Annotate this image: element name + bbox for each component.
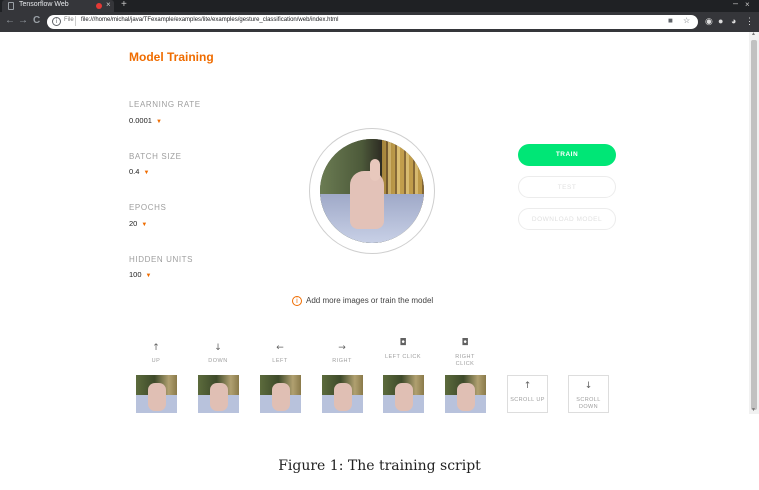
address-bar[interactable]: i File file:///home/michal/java/TFexampl… [47, 15, 698, 29]
browser-tab-bar: Tensorflow Web × + – × [0, 0, 759, 12]
download-model-button[interactable]: DOWNLOAD MODEL [518, 208, 616, 230]
profile-avatar-icon[interactable]: ◕ [731, 16, 736, 26]
tab-title: Tensorflow Web [19, 1, 69, 8]
extension-icon[interactable]: ◉ [705, 16, 713, 27]
tab-close-icon[interactable]: × [106, 0, 111, 9]
reload-button[interactable]: C [33, 15, 40, 26]
forward-button[interactable]: → [18, 15, 28, 26]
scroll-up-sample-button[interactable]: ↑ SCROLL UP [507, 375, 548, 413]
scrollbar-thumb[interactable] [751, 40, 757, 410]
arrow-left-icon: ← [276, 343, 284, 353]
sample-thumbnail-right-click[interactable] [445, 375, 486, 413]
page-scrollbar[interactable]: ▲ ▼ [749, 31, 759, 414]
batch-size-value: 0.4 [129, 167, 140, 176]
arrow-down-icon: ↓ [214, 343, 222, 353]
caret-down-icon: ▼ [143, 170, 150, 176]
extension-icon-2[interactable]: ● [718, 16, 723, 26]
page-icon [8, 2, 14, 10]
control-label-right-click: RIGHT CLICK [455, 354, 475, 367]
epochs-select[interactable]: 20 ▼ [129, 219, 147, 228]
control-label-right: RIGHT [332, 358, 352, 364]
info-icon[interactable]: i [52, 17, 61, 26]
sample-thumbnail-left-click[interactable] [383, 375, 424, 413]
info-icon: i [292, 296, 302, 306]
scroll-up-label: SCROLL UP [510, 397, 545, 403]
minimize-window-button[interactable]: – [733, 0, 738, 8]
control-label-up: UP [151, 358, 161, 364]
arrow-up-icon: ↑ [523, 381, 532, 391]
sample-thumbnail-up[interactable] [136, 375, 177, 413]
close-window-button[interactable]: × [745, 0, 750, 9]
new-tab-button[interactable]: + [121, 0, 127, 10]
back-button[interactable]: ← [5, 15, 15, 26]
arrow-up-icon: ↑ [152, 343, 160, 353]
webcam-thumb [370, 159, 380, 181]
hidden-units-label: HIDDEN UNITS [129, 255, 194, 264]
hidden-units-value: 100 [129, 270, 142, 279]
control-label-down: DOWN [208, 358, 228, 364]
recording-indicator-icon [96, 3, 102, 9]
epochs-value: 20 [129, 219, 138, 228]
webcam-preview [320, 139, 424, 243]
url-separator [75, 16, 76, 26]
url-text[interactable]: file:///home/michal/java/TFexample/examp… [81, 17, 338, 23]
scroll-down-sample-button[interactable]: ↓ SCROLL DOWN [568, 375, 609, 413]
menu-icon[interactable]: ⋮ [745, 16, 754, 27]
learning-rate-select[interactable]: 0.0001 ▼ [129, 116, 162, 125]
learning-rate-label: LEARNING RATE [129, 100, 201, 109]
test-button[interactable]: TEST [518, 176, 616, 198]
sample-thumbnail-down[interactable] [198, 375, 239, 413]
url-scheme-label: File [64, 17, 74, 23]
epochs-label: EPOCHS [129, 203, 167, 212]
arrow-right-icon: → [338, 343, 346, 353]
camera-icon[interactable]: ■ [668, 16, 673, 25]
page-content: Model Training LEARNING RATE 0.0001 ▼ BAT… [0, 32, 749, 414]
browser-tab[interactable]: Tensorflow Web × [2, 0, 114, 12]
scroll-up-arrow-icon[interactable]: ▲ [751, 31, 756, 37]
learning-rate-value: 0.0001 [129, 116, 152, 125]
star-icon[interactable]: ☆ [683, 16, 690, 25]
sample-thumbnail-right[interactable] [322, 375, 363, 413]
sample-thumbnail-left[interactable] [260, 375, 301, 413]
webcam-preview-ring [309, 128, 435, 254]
status-hint-text: Add more images or train the model [306, 296, 434, 306]
figure-caption: Figure 1: The training script [278, 458, 481, 474]
batch-size-select[interactable]: 0.4 ▼ [129, 167, 149, 176]
batch-size-label: BATCH SIZE [129, 152, 182, 161]
caret-down-icon: ▼ [141, 222, 148, 228]
hidden-units-select[interactable]: 100 ▼ [129, 270, 151, 279]
control-label-left-click: LEFT CLICK [384, 354, 422, 360]
mouse-left-click-icon: ◘ [399, 338, 407, 348]
status-hint: i Add more images or train the model [292, 296, 433, 306]
browser-toolbar: ← → C i File file:///home/michal/java/TF… [0, 12, 759, 32]
scroll-down-arrow-icon[interactable]: ▼ [751, 407, 756, 413]
page-title: Model Training [129, 50, 214, 64]
caret-down-icon: ▼ [145, 273, 152, 279]
caret-down-icon: ▼ [155, 119, 162, 125]
train-button[interactable]: TRAIN [518, 144, 616, 166]
scroll-down-label: SCROLL DOWN [576, 397, 601, 410]
mouse-right-click-icon: ◘ [461, 338, 469, 348]
webcam-hand [350, 171, 384, 229]
control-label-left: LEFT [272, 358, 288, 364]
arrow-down-icon: ↓ [584, 381, 593, 391]
